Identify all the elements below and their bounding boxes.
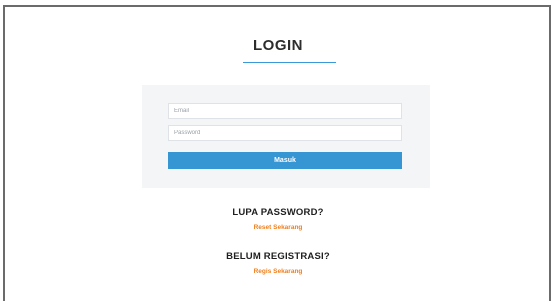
password-field[interactable] [168, 125, 402, 141]
title-underline [243, 62, 336, 63]
login-button[interactable]: Masuk [168, 152, 402, 169]
reset-password-link[interactable]: Reset Sekarang [0, 224, 556, 231]
forgot-password-heading: LUPA PASSWORD? [232, 207, 324, 218]
register-heading: BELUM REGISTRASI? [226, 251, 330, 262]
login-title: LOGIN [253, 37, 303, 54]
register-link[interactable]: Regis Sekarang [0, 268, 556, 275]
email-field[interactable] [168, 103, 402, 119]
